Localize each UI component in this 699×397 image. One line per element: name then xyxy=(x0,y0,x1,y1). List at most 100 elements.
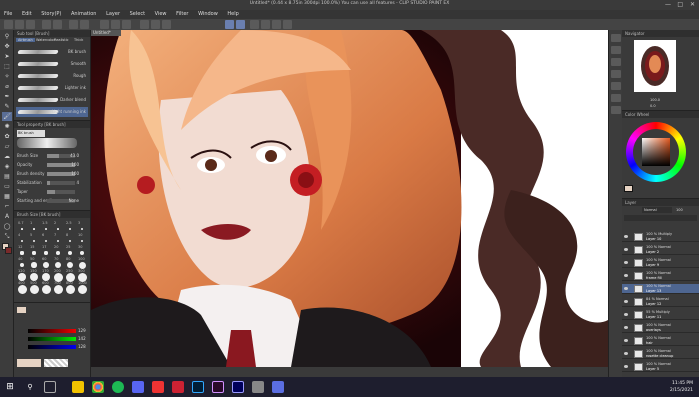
discord-icon[interactable] xyxy=(132,381,144,393)
menu-file[interactable]: File xyxy=(0,10,16,19)
brush-size-preset[interactable] xyxy=(41,284,51,294)
close-button[interactable]: ✕ xyxy=(690,1,695,8)
app-icon[interactable] xyxy=(172,381,184,393)
rotate-view-icon[interactable] xyxy=(272,20,281,29)
auto-action-toggle-icon[interactable] xyxy=(611,94,621,102)
material-toggle-icon[interactable] xyxy=(611,70,621,78)
photoshop-icon[interactable] xyxy=(192,381,204,393)
green-slider[interactable] xyxy=(28,337,76,341)
zoom-icon[interactable] xyxy=(283,20,292,29)
eraser-tool-icon[interactable]: ▱ xyxy=(2,142,12,151)
brush-size-preset[interactable] xyxy=(31,262,37,268)
brush-size-preset[interactable] xyxy=(80,239,84,243)
brush-size-preset[interactable] xyxy=(32,239,36,243)
layer-opacity[interactable]: 100 xyxy=(676,207,696,213)
menu-filter[interactable]: Filter xyxy=(172,10,192,19)
redo-icon[interactable] xyxy=(53,20,62,29)
brush-size-preset[interactable] xyxy=(43,262,49,268)
undo-icon[interactable] xyxy=(42,20,51,29)
eye-icon[interactable] xyxy=(624,248,628,251)
red-value[interactable]: 129 xyxy=(78,328,86,333)
brush-size-preset[interactable] xyxy=(68,239,72,243)
flip-icon[interactable] xyxy=(111,20,120,29)
lasso-icon[interactable] xyxy=(250,20,259,29)
eye-icon[interactable] xyxy=(624,313,628,316)
brush-size-preset[interactable] xyxy=(45,228,47,230)
layer-row[interactable]: 100 % Normal overlays xyxy=(622,323,699,333)
layer-row[interactable]: 100 % Normal Layer 13 xyxy=(622,284,699,294)
blue-value[interactable]: 128 xyxy=(78,344,86,349)
brush-item[interactable]: BK brush xyxy=(16,47,88,57)
blend-tool-icon[interactable]: ☁ xyxy=(2,152,12,161)
property-row[interactable]: Brush density 100 xyxy=(17,171,89,177)
clear-icon[interactable] xyxy=(69,20,78,29)
blend-mode-select[interactable]: Normal xyxy=(642,207,672,213)
eye-icon[interactable] xyxy=(624,326,628,329)
ruler-tool-icon[interactable]: ⌐ xyxy=(2,202,12,211)
brush-size-preset[interactable] xyxy=(77,284,87,294)
brush-item-selected[interactable]: Light running ink xyxy=(16,107,88,117)
property-row[interactable]: Stabilization 4 xyxy=(17,180,89,186)
eye-icon[interactable] xyxy=(624,365,628,368)
selection-tool-icon[interactable]: ⬚ xyxy=(2,62,12,71)
task-view-icon[interactable] xyxy=(44,381,56,393)
brush-size-preset[interactable] xyxy=(68,251,72,255)
layer-property-toggle-icon[interactable] xyxy=(611,106,621,114)
transparent-color-chip[interactable] xyxy=(44,359,68,367)
brush-size-preset[interactable] xyxy=(17,284,27,294)
brush-size-preset[interactable] xyxy=(78,261,86,269)
app-icon[interactable] xyxy=(252,381,264,393)
brush-size-preset[interactable] xyxy=(66,261,74,269)
airbrush-tool-icon[interactable]: ✺ xyxy=(2,122,12,131)
brush-item[interactable]: Smooth xyxy=(16,59,88,69)
layer-row[interactable]: 100 % Normal Layer 2 xyxy=(622,245,699,255)
eye-icon[interactable] xyxy=(624,300,628,303)
brush-size-preset[interactable] xyxy=(44,239,48,243)
brush-tool-icon[interactable]: 🖌 xyxy=(2,112,12,121)
eye-icon[interactable] xyxy=(624,261,628,264)
property-value[interactable]: 100 xyxy=(71,171,79,176)
clock[interactable]: 11:45 PM 2/15/2021 xyxy=(670,380,693,394)
eye-icon[interactable] xyxy=(624,235,628,238)
brush-size-preset[interactable] xyxy=(29,284,39,294)
twitch-icon[interactable] xyxy=(272,381,284,393)
menu-animation[interactable]: Animation xyxy=(67,10,101,19)
layer-row[interactable]: 100 % Normal rosette cleanup xyxy=(622,349,699,359)
zoom-value[interactable]: 100.0 xyxy=(650,98,660,102)
balloon-tool-icon[interactable]: ◯ xyxy=(2,222,12,231)
minimize-button[interactable]: — xyxy=(665,1,671,8)
layer-row[interactable]: 100 % Normal hair xyxy=(622,336,699,346)
new-file-icon[interactable] xyxy=(4,20,13,29)
property-value[interactable]: 100 xyxy=(71,162,79,167)
brush-size-preset[interactable] xyxy=(18,273,26,281)
main-color-chip[interactable] xyxy=(624,185,633,192)
snap-grid-icon[interactable] xyxy=(151,20,160,29)
menu-layer[interactable]: Layer xyxy=(102,10,124,19)
brush-size-preset[interactable] xyxy=(57,228,59,230)
property-slider[interactable] xyxy=(47,181,75,185)
menu-window[interactable]: Window xyxy=(194,10,222,19)
brush-item[interactable]: Rough xyxy=(16,71,88,81)
frame-tool-icon[interactable]: ▦ xyxy=(2,192,12,201)
eye-icon[interactable] xyxy=(624,287,628,290)
layer-row[interactable]: 100 % Normal Layer 9 xyxy=(622,258,699,268)
brush-size-preset[interactable] xyxy=(32,251,36,255)
auto-select-tool-icon[interactable]: ✧ xyxy=(2,72,12,81)
decoration-tool-icon[interactable]: ✿ xyxy=(2,132,12,141)
brush-size-preset[interactable] xyxy=(65,284,75,294)
snap-ruler-icon[interactable] xyxy=(140,20,149,29)
layer-row[interactable]: 100 % Normal frame fill xyxy=(622,271,699,281)
brush-mode-icon[interactable] xyxy=(225,20,234,29)
property-row[interactable]: Brush Size 43.0 xyxy=(17,153,89,159)
zoom-tool-icon[interactable]: ⚲ xyxy=(2,32,12,41)
eye-icon[interactable] xyxy=(624,274,628,277)
lock-icon[interactable] xyxy=(261,20,270,29)
file-explorer-icon[interactable] xyxy=(72,381,84,393)
menu-select[interactable]: Select xyxy=(126,10,149,19)
snap-perspective-icon[interactable] xyxy=(162,20,171,29)
save-icon[interactable] xyxy=(26,20,35,29)
saturation-value-square[interactable] xyxy=(642,138,670,166)
brush-size-preset[interactable] xyxy=(54,261,61,268)
property-slider[interactable] xyxy=(47,190,75,194)
operation-tool-icon[interactable]: ➤ xyxy=(2,52,12,61)
